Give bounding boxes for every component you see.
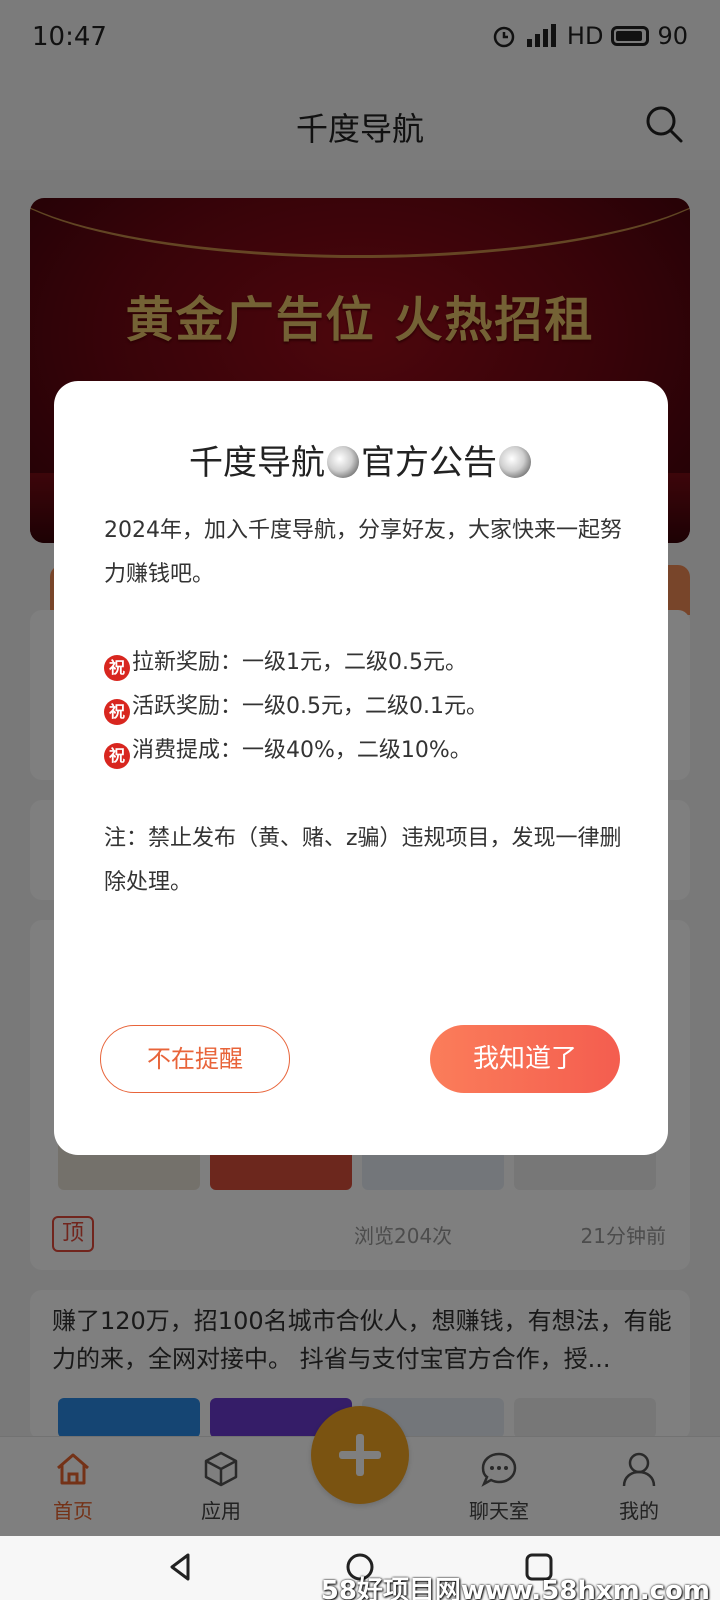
back-icon[interactable] [166, 1552, 196, 1582]
acknowledge-button[interactable]: 我知道了 [430, 1025, 620, 1093]
bless-icon: 祝 [104, 655, 130, 681]
dialog-body: 2024年，加入千度导航，分享好友，大家快来一起努力赚钱吧。 祝拉新奖励：一级1… [104, 509, 624, 905]
dialog-title-part2: 官方公告 [361, 443, 497, 483]
note-text: 注：禁止发布（黄、赌、z骗）违规项目，发现一律删除处理。 [104, 826, 622, 895]
dialog-title: 千度导航 官方公告 [54, 435, 668, 484]
reward-text: 活跃奖励：一级0.5元，二级0.1元。 [132, 694, 488, 719]
radio-button-icon [327, 446, 359, 478]
reward-item: 祝拉新奖励：一级1元，二级0.5元。 [104, 641, 624, 685]
intro-text: 2024年，加入千度导航，分享好友，大家快来一起努力赚钱吧。 [104, 518, 622, 587]
bless-icon: 祝 [104, 699, 130, 725]
reward-text: 消费提成：一级40%，二级10%。 [132, 738, 472, 763]
watermark-text: 58好项目网www.58hxm.com [320, 1576, 710, 1600]
announcement-dialog: 千度导航 官方公告 2024年，加入千度导航，分享好友，大家快来一起努力赚钱吧。 … [54, 381, 668, 1155]
reward-item: 祝活跃奖励：一级0.5元，二级0.1元。 [104, 685, 624, 729]
reward-text: 拉新奖励：一级1元，二级0.5元。 [132, 650, 467, 675]
dialog-title-part1: 千度导航 [189, 443, 325, 483]
reward-item: 祝消费提成：一级40%，二级10%。 [104, 729, 624, 773]
dont-remind-button[interactable]: 不在提醒 [100, 1025, 290, 1093]
radio-button-icon [499, 446, 531, 478]
bless-icon: 祝 [104, 743, 130, 769]
